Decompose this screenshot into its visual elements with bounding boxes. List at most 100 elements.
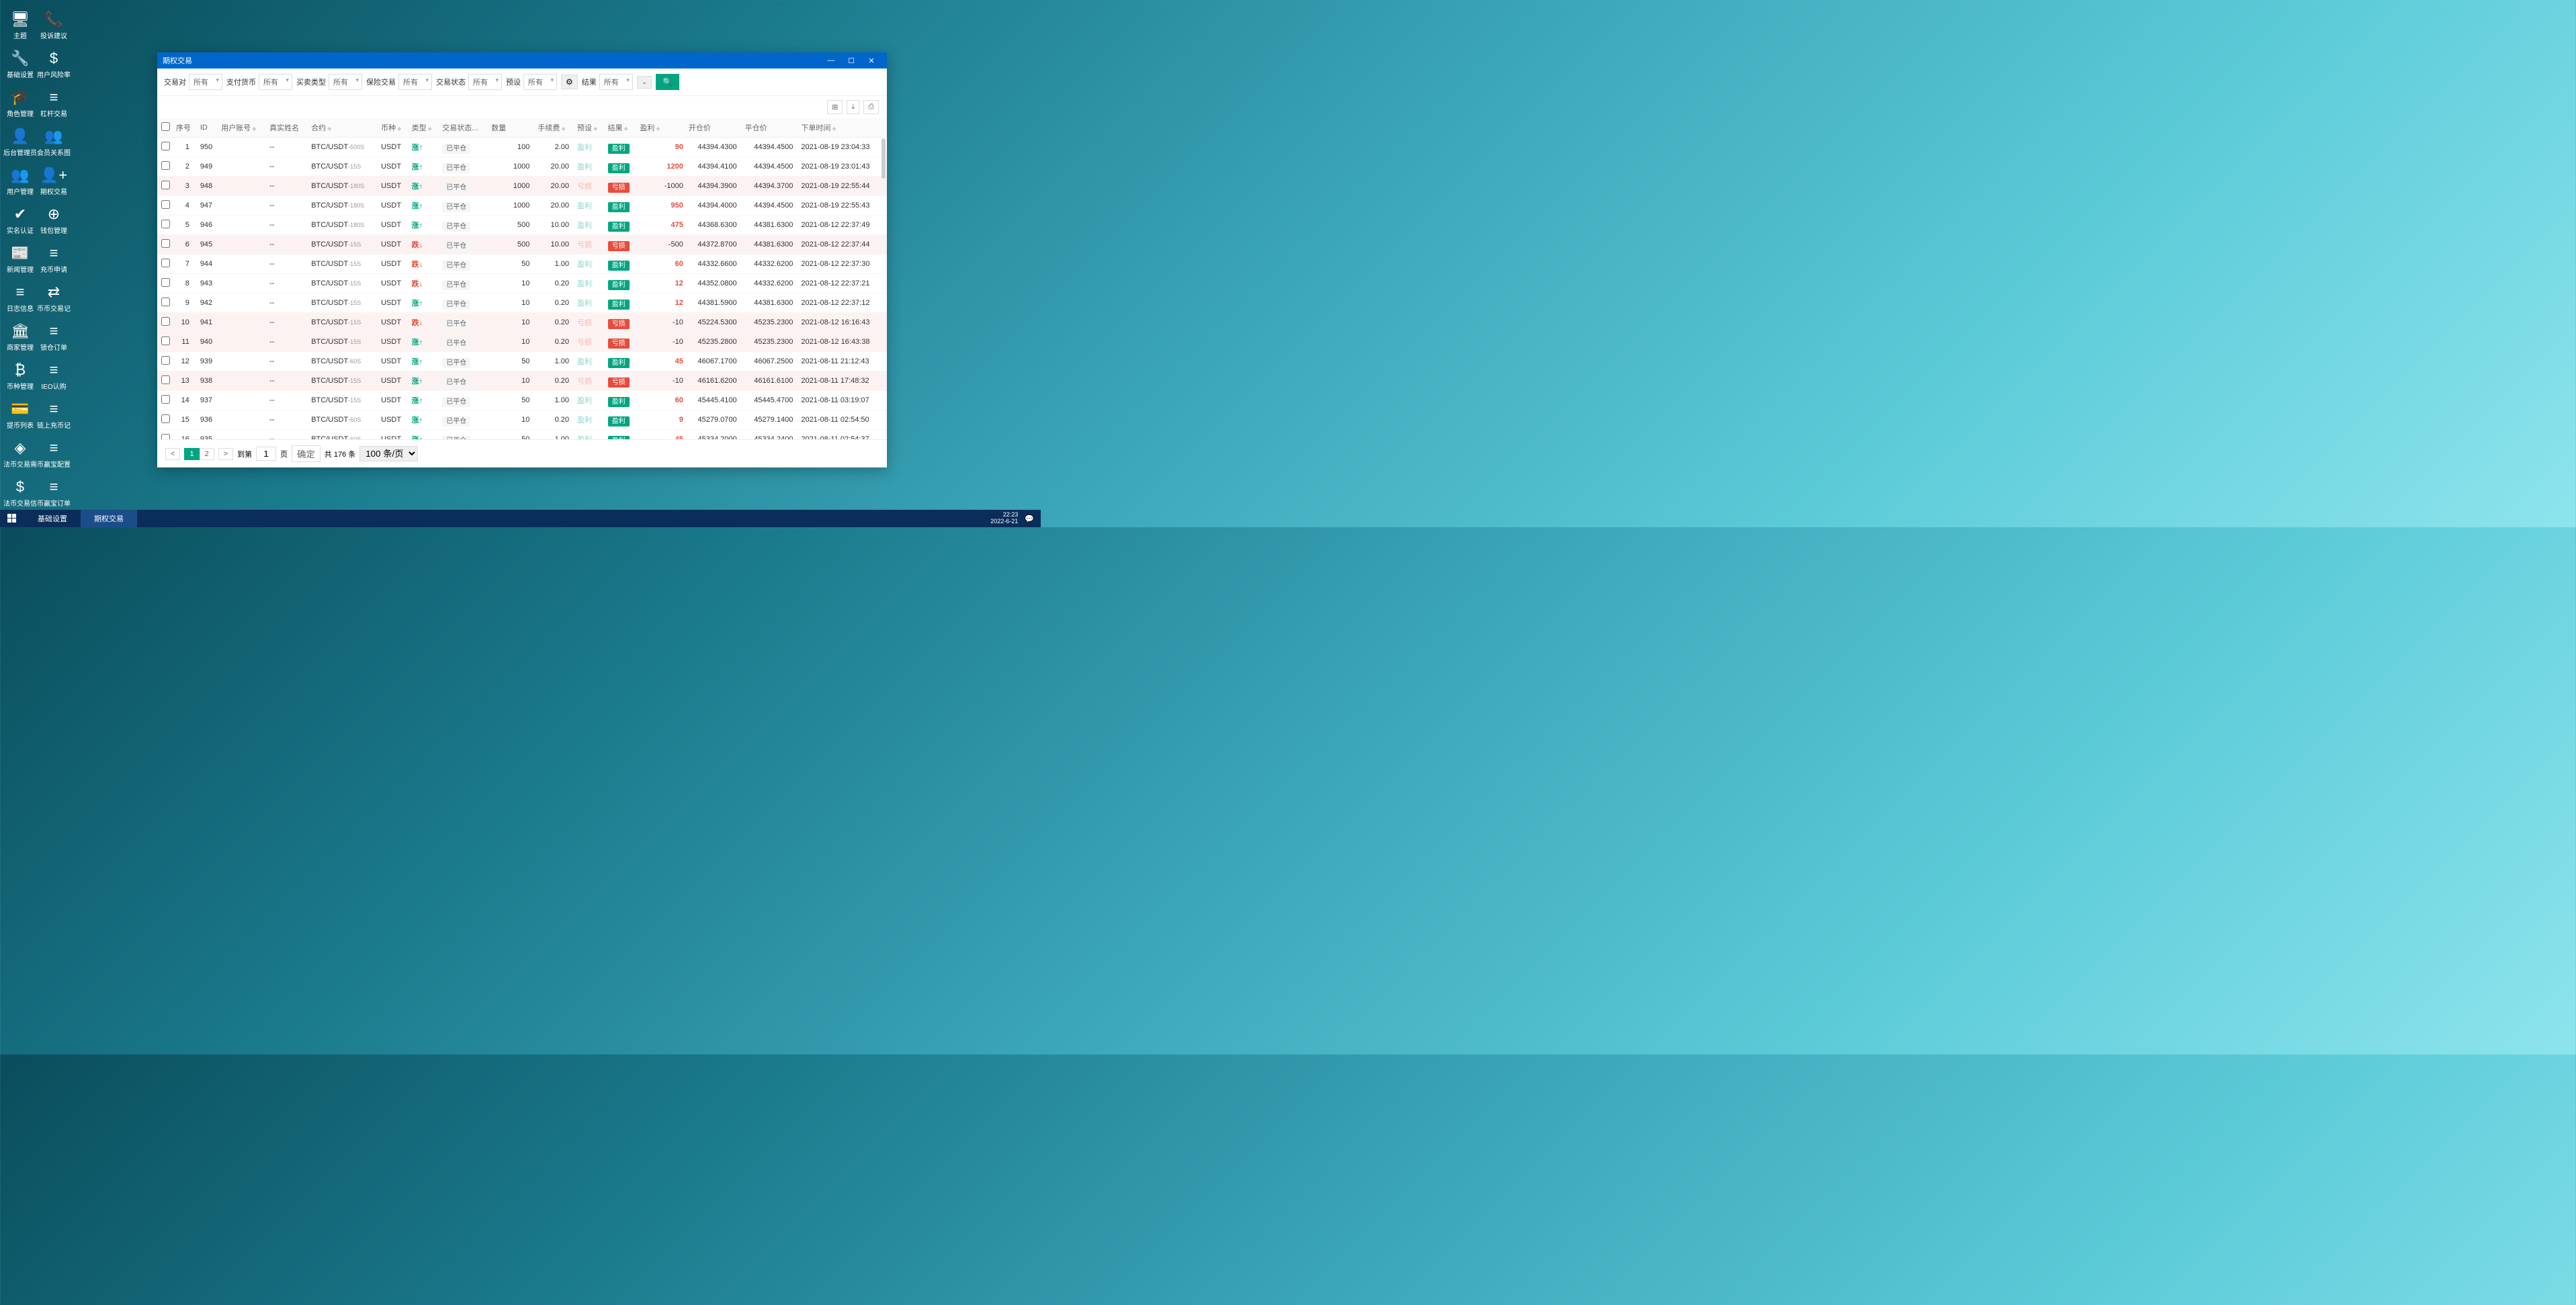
filter-select-0[interactable]: 所有 xyxy=(189,74,222,90)
desktop-icon-充币申请[interactable]: ≡充币申请 xyxy=(37,239,71,278)
minimize-button[interactable]: — xyxy=(821,56,841,64)
row-checkbox[interactable] xyxy=(161,414,170,423)
desktop-icon-提币列表[interactable]: 💳提币列表 xyxy=(3,395,37,434)
table-row[interactable]: 5 946 -- BTC/USDT-180S USDT 涨↑ 已平仓 500 1… xyxy=(157,216,887,235)
row-checkbox[interactable] xyxy=(161,259,170,267)
maximize-button[interactable]: ☐ xyxy=(841,56,861,65)
column-header-12[interactable]: 盈利◆ xyxy=(637,118,686,138)
row-checkbox[interactable] xyxy=(161,278,170,287)
chat-icon[interactable]: 💬 xyxy=(1025,514,1034,523)
columns-button[interactable]: ⊞ xyxy=(827,100,843,114)
table-row[interactable]: 7 944 -- BTC/USDT-15S USDT 跌↓ 已平仓 50 1.0… xyxy=(157,255,887,274)
dropdown-toggle[interactable]: ⌄ xyxy=(637,76,652,89)
row-checkbox[interactable] xyxy=(161,298,170,306)
row-checkbox[interactable] xyxy=(161,317,170,326)
taskbar-item-基础设置[interactable]: 基础设置 xyxy=(24,510,81,527)
table-row[interactable]: 8 943 -- BTC/USDT-15S USDT 跌↓ 已平仓 10 0.2… xyxy=(157,274,887,294)
column-header-9[interactable]: 手续费◆ xyxy=(535,118,574,138)
prev-page-button[interactable]: < xyxy=(165,448,180,460)
page-size-select[interactable]: 100 条/页 xyxy=(359,446,418,461)
table-row[interactable]: 16 935 -- BTC/USDT-60S USDT 涨↑ 已平仓 50 1.… xyxy=(157,430,887,440)
row-checkbox[interactable] xyxy=(161,161,170,170)
column-header-7[interactable]: 交易状态... xyxy=(439,118,488,138)
scrollbar-thumb[interactable] xyxy=(882,138,886,179)
table-row[interactable]: 10 941 -- BTC/USDT-15S USDT 跌↓ 已平仓 10 0.… xyxy=(157,313,887,332)
desktop-icon-锁仓订单[interactable]: ≡锁仓订单 xyxy=(37,317,71,356)
filter-select-4[interactable]: 所有 xyxy=(468,74,502,90)
settings-gear-button[interactable]: ⚙ xyxy=(561,75,578,89)
desktop-icon-币赢宝订单[interactable]: ≡币赢宝订单 xyxy=(37,473,71,512)
desktop-icon-用户管理[interactable]: 👥用户管理 xyxy=(3,161,37,200)
page-2[interactable]: 2 xyxy=(200,448,214,460)
table-row[interactable]: 11 940 -- BTC/USDT-15S USDT 涨↑ 已平仓 10 0.… xyxy=(157,332,887,352)
table-row[interactable]: 9 942 -- BTC/USDT-15S USDT 涨↑ 已平仓 10 0.2… xyxy=(157,294,887,313)
column-header-11[interactable]: 结果◆ xyxy=(605,118,638,138)
desktop-icon-IEO认购[interactable]: ≡IEO认购 xyxy=(37,356,71,395)
table-row[interactable]: 3 948 -- BTC/USDT-180S USDT 涨↑ 已平仓 1000 … xyxy=(157,177,887,196)
filter-select-5[interactable]: 所有 xyxy=(523,74,557,90)
desktop-icon-杠杆交易[interactable]: ≡杠杆交易 xyxy=(37,83,71,122)
page-1[interactable]: 1 xyxy=(184,448,199,460)
select-all-checkbox[interactable] xyxy=(161,122,170,131)
desktop-icon-用户风险率[interactable]: $用户风险率 xyxy=(37,44,71,83)
desktop-icon-日志信息[interactable]: ≡日志信息 xyxy=(3,278,37,317)
column-header-3[interactable]: 真实姓名 xyxy=(267,118,308,138)
desktop-icon-角色管理[interactable]: 🎓角色管理 xyxy=(3,83,37,122)
column-header-15[interactable]: 下单时间◆ xyxy=(798,118,887,138)
column-header-0[interactable]: 序号 xyxy=(173,118,198,138)
desktop-icon-后台管理员[interactable]: 👤后台管理员 xyxy=(3,122,37,161)
row-checkbox[interactable] xyxy=(161,142,170,150)
print-button[interactable]: ⎙ xyxy=(863,100,879,114)
next-page-button[interactable]: > xyxy=(218,448,233,460)
column-header-13[interactable]: 开仓价 xyxy=(686,118,742,138)
filter-select-3[interactable]: 所有 xyxy=(398,74,432,90)
table-row[interactable]: 1 950 -- BTC/USDT-500S USDT 涨↑ 已平仓 100 2… xyxy=(157,138,887,157)
column-header-1[interactable]: ID xyxy=(198,118,218,138)
column-header-8[interactable]: 数量 xyxy=(488,118,535,138)
taskbar-item-期权交易[interactable]: 期权交易 xyxy=(81,510,137,527)
table-row[interactable]: 14 937 -- BTC/USDT-15S USDT 涨↑ 已平仓 50 1.… xyxy=(157,391,887,410)
export-button[interactable]: ⤓ xyxy=(847,100,859,114)
row-checkbox[interactable] xyxy=(161,375,170,384)
desktop-icon-商家管理[interactable]: 🏛商家管理 xyxy=(3,317,37,356)
row-checkbox[interactable] xyxy=(161,336,170,345)
column-header-6[interactable]: 类型◆ xyxy=(409,118,440,138)
start-button[interactable] xyxy=(0,510,24,527)
desktop-icon-基础设置[interactable]: 🔧基础设置 xyxy=(3,44,37,83)
desktop-icon-币种管理[interactable]: ₿币种管理 xyxy=(3,356,37,395)
table-row[interactable]: 15 936 -- BTC/USDT-60S USDT 涨↑ 已平仓 10 0.… xyxy=(157,410,887,430)
row-checkbox[interactable] xyxy=(161,181,170,189)
desktop-icon-链上充币记[interactable]: ≡链上充币记 xyxy=(37,395,71,434)
column-header-14[interactable]: 平仓价 xyxy=(742,118,799,138)
table-row[interactable]: 12 939 -- BTC/USDT-60S USDT 涨↑ 已平仓 50 1.… xyxy=(157,352,887,371)
column-header-4[interactable]: 合约◆ xyxy=(308,118,378,138)
table-row[interactable]: 4 947 -- BTC/USDT-180S USDT 涨↑ 已平仓 1000 … xyxy=(157,196,887,216)
row-checkbox[interactable] xyxy=(161,239,170,248)
column-header-2[interactable]: 用户账号◆ xyxy=(218,118,267,138)
desktop-icon-实名认证[interactable]: ✔实名认证 xyxy=(3,200,37,239)
table-container[interactable]: 序号ID用户账号◆真实姓名合约◆币种◆类型◆交易状态...数量手续费◆预设◆结果… xyxy=(157,118,887,439)
row-checkbox[interactable] xyxy=(161,356,170,365)
clock[interactable]: 22:23 2022-6-21 xyxy=(990,512,1018,525)
desktop-icon-投诉建议[interactable]: 📞投诉建议 xyxy=(37,5,71,44)
row-checkbox[interactable] xyxy=(161,434,170,439)
column-header-5[interactable]: 币种◆ xyxy=(378,118,409,138)
filter-select-1[interactable]: 所有 xyxy=(259,74,292,90)
close-button[interactable]: ✕ xyxy=(861,56,882,65)
column-header-10[interactable]: 预设◆ xyxy=(574,118,605,138)
table-row[interactable]: 13 938 -- BTC/USDT-15S USDT 涨↑ 已平仓 10 0.… xyxy=(157,371,887,391)
desktop-icon-法币交易信[interactable]: $法币交易信 xyxy=(3,473,37,512)
desktop-icon-会员关系图[interactable]: 👥会员关系图 xyxy=(37,122,71,161)
desktop-icon-新闻管理[interactable]: 📰新闻管理 xyxy=(3,239,37,278)
desktop-icon-币币交易记[interactable]: ⇄币币交易记 xyxy=(37,278,71,317)
filter-select-6[interactable]: 所有 xyxy=(599,74,633,90)
confirm-page-button[interactable]: 确定 xyxy=(292,445,320,462)
desktop-icon-钱包管理[interactable]: ⊕钱包管理 xyxy=(37,200,71,239)
desktop-icon-法币交易需[interactable]: ◈法币交易需 xyxy=(3,434,37,473)
row-checkbox[interactable] xyxy=(161,395,170,404)
row-checkbox[interactable] xyxy=(161,220,170,228)
desktop-icon-主题[interactable]: 🖥主题 xyxy=(3,5,37,44)
table-row[interactable]: 6 945 -- BTC/USDT-15S USDT 跌↓ 已平仓 500 10… xyxy=(157,235,887,255)
search-button[interactable]: 🔍 xyxy=(656,74,679,90)
page-input[interactable] xyxy=(256,447,276,461)
